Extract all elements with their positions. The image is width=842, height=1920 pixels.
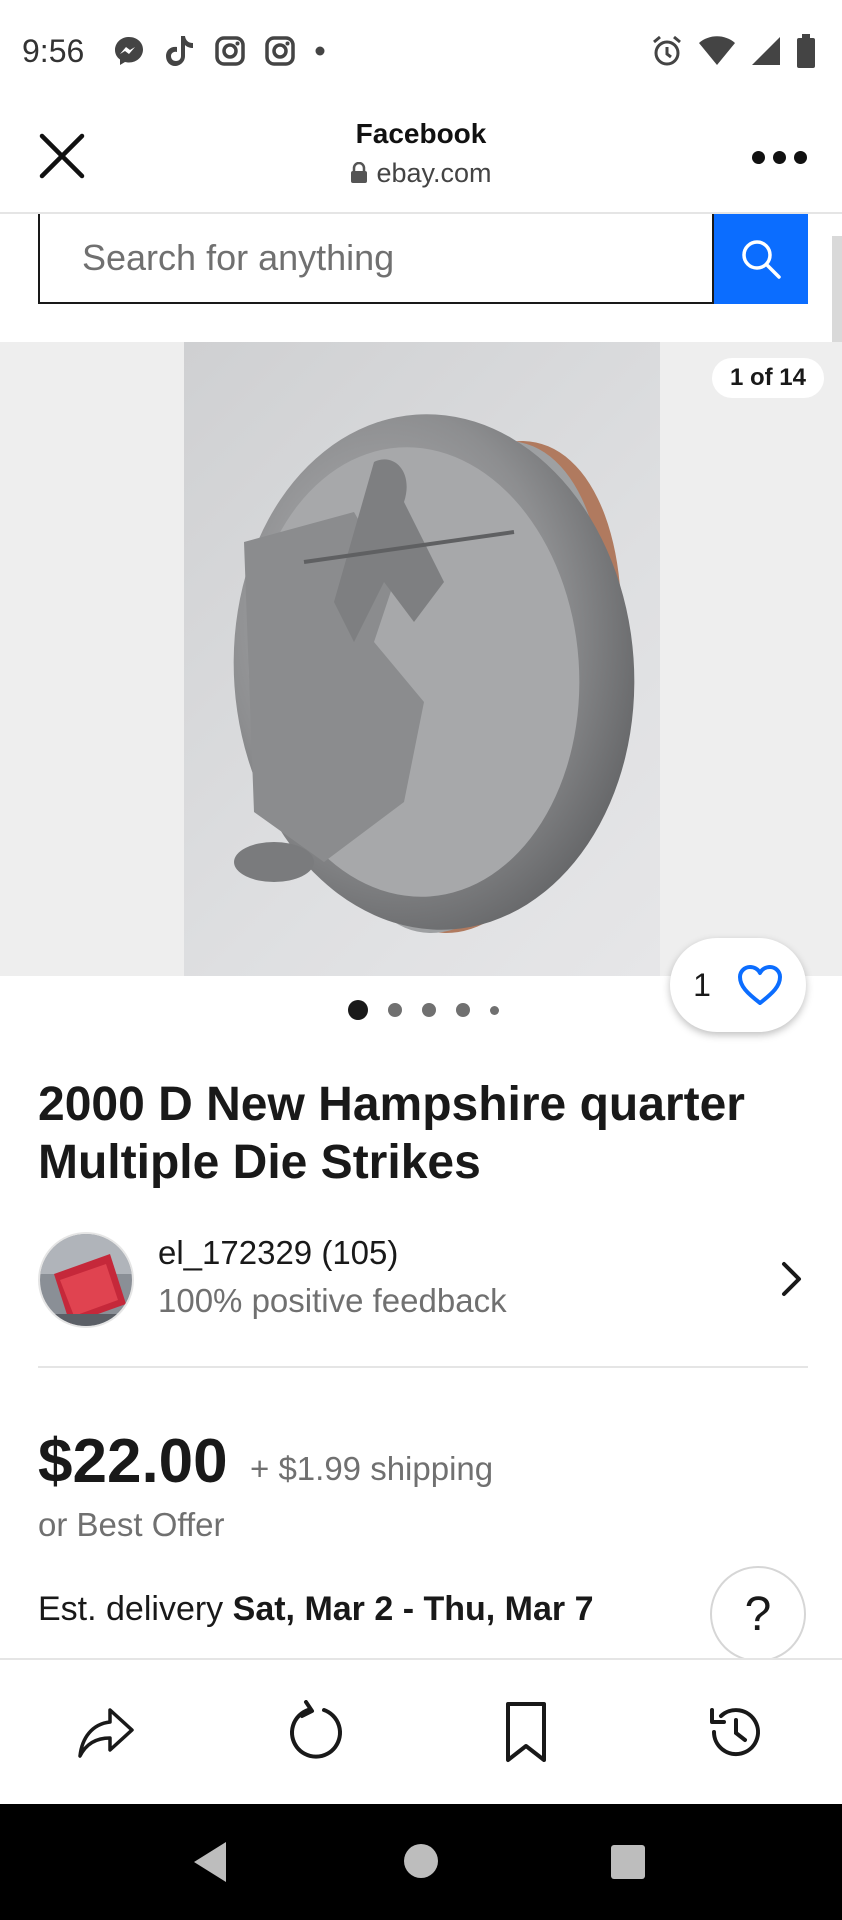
seller-name[interactable]: el_172329 (105) [158, 1234, 398, 1272]
share-button[interactable] [74, 1700, 138, 1764]
photo-counter: 1 of 14 [711, 358, 824, 398]
back-nav-icon[interactable] [190, 1840, 230, 1884]
watch-count: 1 [693, 966, 711, 1003]
item-price: $22.00 [38, 1427, 228, 1496]
messenger-icon [115, 37, 143, 65]
delivery-estimate: Est. delivery Sat, Mar 2 - Thu, Mar 7 [38, 1590, 594, 1629]
battery-icon [797, 34, 815, 68]
history-button[interactable] [704, 1700, 768, 1764]
carousel-dot[interactable] [388, 1003, 402, 1017]
status-bar: 9:56 [0, 0, 842, 104]
search-icon [742, 240, 781, 279]
browser-url: ebay.com [0, 158, 842, 189]
tiktok-icon [166, 36, 193, 66]
carousel-dot-active[interactable] [348, 1000, 368, 1020]
search-bar [38, 214, 808, 304]
heart-icon [737, 965, 782, 1005]
chevron-right-icon[interactable] [780, 1260, 804, 1298]
dot-icon [315, 46, 325, 56]
reload-icon [290, 1700, 342, 1759]
history-icon [710, 1708, 760, 1757]
delivery-label: Est. delivery [38, 1590, 224, 1628]
bookmark-icon [506, 1702, 546, 1762]
home-nav-icon[interactable] [402, 1842, 440, 1880]
carousel-dot[interactable] [422, 1003, 436, 1017]
status-time: 9:56 [22, 33, 85, 69]
status-icons-right [650, 34, 816, 68]
shipping-cost: + $1.99 shipping [250, 1450, 494, 1487]
search-button[interactable] [714, 214, 808, 304]
carousel-dot[interactable] [490, 1005, 499, 1015]
signal-icon [752, 37, 780, 65]
help-button[interactable]: ? [710, 1566, 806, 1662]
instagram-icon [215, 36, 245, 66]
status-icons-left [112, 34, 326, 68]
url-text: ebay.com [376, 158, 492, 188]
carousel-dot[interactable] [456, 1003, 470, 1017]
wifi-icon [699, 36, 735, 65]
instagram-icon [265, 36, 295, 66]
bottom-toolbar [0, 1658, 842, 1804]
lock-icon [351, 162, 368, 183]
more-dot [752, 150, 765, 164]
avatar-image [40, 1234, 132, 1326]
more-dot [794, 150, 807, 164]
image-gallery[interactable]: 1 of 14 [0, 342, 842, 976]
seller-row[interactable]: el_172329 (105) 100% positive feedback [38, 1230, 808, 1328]
delivery-dates: Sat, Mar 2 - Thu, Mar 7 [232, 1590, 594, 1628]
carousel-dots [348, 1000, 499, 1020]
system-nav-bar [0, 1804, 842, 1920]
seller-feedback: 100% positive feedback [158, 1282, 507, 1319]
browser-title: Facebook [355, 118, 487, 149]
best-offer-label: or Best Offer [38, 1506, 225, 1543]
search-input[interactable] [38, 214, 714, 304]
recents-nav-icon[interactable] [610, 1844, 646, 1880]
item-title: 2000 D New Hampshire quarter Multiple Di… [38, 1078, 745, 1189]
item-photo[interactable] [184, 342, 660, 976]
coin-image [233, 414, 635, 934]
more-dot [773, 150, 786, 164]
alarm-icon [653, 35, 681, 66]
reload-button[interactable] [284, 1700, 348, 1764]
watch-button[interactable]: 1 [670, 938, 806, 1032]
divider [38, 1366, 808, 1368]
bookmark-button[interactable] [494, 1700, 558, 1764]
browser-header: Facebook ebay.com [0, 104, 842, 214]
seller-avatar[interactable] [38, 1232, 134, 1328]
share-icon [78, 1708, 134, 1758]
page: 9:56 Facebook ebay.com Search for anythi… [0, 0, 842, 1920]
more-options-button[interactable] [752, 142, 808, 172]
